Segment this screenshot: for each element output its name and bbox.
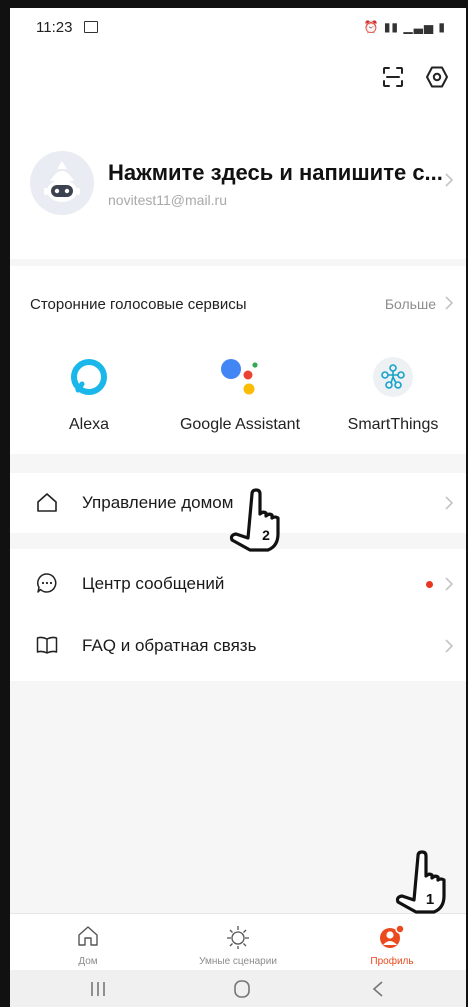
tab-scenes[interactable]: Умные сценарии [178,924,298,967]
service-smartthings[interactable]: SmartThings [318,352,466,434]
status-time: 11:23 [36,19,73,36]
system-navigation-bar [10,970,466,1007]
sun-icon [227,926,249,949]
profile-email: novitest11@mail.ru [108,192,227,208]
menu-item-label: Управление домом [82,493,234,512]
house-icon [78,926,98,946]
support-card: Центр сообщений FAQ и обратная связь [10,549,466,681]
back-icon[interactable] [358,978,398,1000]
gallery-notification-icon [84,21,98,33]
status-icons: ⏰ ▮▮ ▁▃▅ ▮ [363,20,446,34]
menu-item-message-center[interactable]: Центр сообщений [10,554,466,614]
tab-label: Умные сценарии [199,956,277,967]
menu-item-label: Центр сообщений [82,574,225,593]
alexa-icon [71,359,107,395]
service-label: SmartThings [347,416,439,433]
voice-services-title: Сторонние голосовые сервисы [30,296,247,313]
service-label: Google Assistant [179,416,301,433]
recent-apps-icon[interactable] [78,978,118,1000]
chevron-right-icon[interactable] [444,295,454,311]
profile-header: Нажмите здесь и напишите с... novitest11… [10,44,466,259]
chevron-right-icon [445,577,454,591]
step-1-label: 1 [426,891,434,908]
app-screen: 11:23 ⏰ ▮▮ ▁▃▅ ▮ Нажмите здесь и напишит… [10,8,466,1007]
step-2-label: 2 [262,527,270,543]
pointing-hand-icon: 1 [395,850,446,914]
tab-home[interactable]: Дом [28,924,148,967]
voice-services-section: Сторонние голосовые сервисы Больше Alexa [10,266,466,454]
scan-icon[interactable] [380,64,406,90]
bottom-navigation: Дом Умные сценарии Профиль [10,913,466,971]
home-button-icon[interactable] [222,978,262,1000]
robot-avatar-icon [44,161,80,202]
house-icon [37,493,57,512]
more-link[interactable]: Больше [385,296,436,312]
avatar[interactable] [30,151,94,215]
chevron-right-icon [445,496,454,510]
notification-dot [426,581,433,588]
chevron-right-icon [445,639,454,653]
service-label: Alexa [68,416,110,433]
tab-profile[interactable]: Профиль [332,924,452,967]
book-icon [36,636,58,654]
menu-item-label: FAQ и обратная связь [82,636,257,655]
profile-name[interactable]: Нажмите здесь и напишите с... [108,160,443,186]
tab-label: Дом [78,956,98,967]
tab-label: Профиль [370,956,414,967]
status-bar: 11:23 ⏰ ▮▮ ▁▃▅ ▮ [10,8,466,44]
google-assistant-icon [221,359,258,395]
settings-icon[interactable] [424,64,450,90]
message-bubble-icon [37,573,57,593]
smartthings-icon [373,357,413,397]
service-alexa[interactable]: Alexa [14,352,164,434]
service-google-assistant[interactable]: Google Assistant [165,352,315,434]
profile-icon [380,924,405,948]
chevron-right-icon[interactable] [444,172,454,188]
menu-item-faq[interactable]: FAQ и обратная связь [10,616,466,676]
pointing-hand-icon: 2 [229,488,280,552]
